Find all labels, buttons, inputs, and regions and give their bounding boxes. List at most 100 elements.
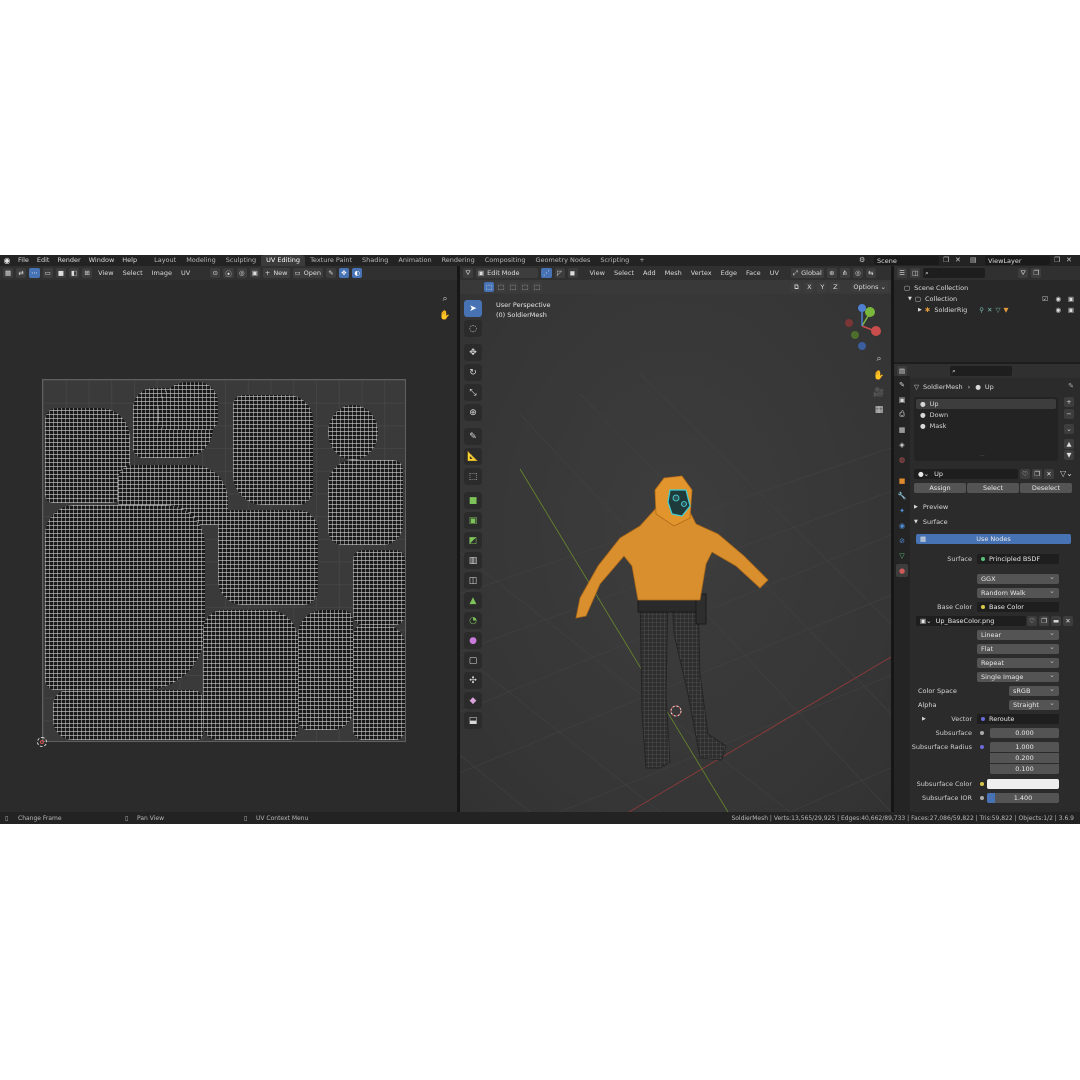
physics-tab-icon[interactable]: ◉ <box>896 519 908 532</box>
vertex-mode-icon[interactable]: ⋰ <box>541 268 552 278</box>
surface-panel-header[interactable]: ▼ Surface <box>914 517 948 527</box>
tab-texture-paint[interactable]: Texture Paint <box>305 255 357 266</box>
socket-icon[interactable] <box>980 796 984 800</box>
vp-menu-uv[interactable]: UV <box>767 269 782 277</box>
proportional-icon[interactable]: ◎ <box>852 268 863 278</box>
move-slot-up-button[interactable]: ▲ <box>1064 439 1074 449</box>
menu-help[interactable]: Help <box>118 255 141 266</box>
annotate-tool-icon[interactable]: ✎ <box>464 428 482 445</box>
tab-animation[interactable]: Animation <box>393 255 436 266</box>
exclude-checkbox-icon[interactable]: ☑ <box>1042 295 1048 303</box>
menu-edit[interactable]: Edit <box>33 255 54 266</box>
alpha-select[interactable]: Straight <box>1009 699 1059 710</box>
zoom-viewport-icon[interactable]: ⌕ <box>873 353 885 365</box>
mirror-z-toggle[interactable]: Z <box>830 282 841 292</box>
pin-icon[interactable]: ✎ <box>326 268 337 278</box>
outliner-row-collection[interactable]: ▼ ▢ Collection ☑ ◉ ▣ <box>894 293 1080 304</box>
tab-sculpting[interactable]: Sculpting <box>221 255 261 266</box>
link-filter-icon[interactable]: ▽⌄ <box>1060 469 1073 478</box>
tab-layout[interactable]: Layout <box>149 255 181 266</box>
subsurface-radius-z[interactable]: 0.100 <box>990 764 1059 774</box>
menu-render[interactable]: Render <box>53 255 84 266</box>
copy-scene-icon[interactable]: ❐ <box>943 255 949 266</box>
loop-cut-tool-icon[interactable]: ▥ <box>464 552 482 569</box>
select-box-icon[interactable]: ⬚ <box>484 282 495 292</box>
visibility-eye-icon[interactable]: ◉ <box>1055 306 1061 314</box>
tab-compositing[interactable]: Compositing <box>480 255 531 266</box>
render-tab-icon[interactable]: ▣ <box>896 393 908 406</box>
extension-select[interactable]: Repeat <box>977 657 1059 668</box>
uv-menu-uv[interactable]: UV <box>178 269 193 277</box>
smooth-tool-icon[interactable]: ● <box>464 632 482 649</box>
snap-toggle-icon[interactable]: ⋔ <box>839 268 850 278</box>
outliner-row-scene-collection[interactable]: ▢ Scene Collection <box>894 282 1080 293</box>
proportional-edit-icon[interactable]: ◎ <box>236 268 247 278</box>
pan-viewport-icon[interactable]: ✋ <box>873 370 885 382</box>
editor-type-icon[interactable]: ▦ <box>3 268 14 278</box>
output-tab-icon[interactable]: ⎙ <box>896 408 908 421</box>
vp-menu-select[interactable]: Select <box>611 269 637 277</box>
interpolation-select[interactable]: Linear <box>977 629 1059 640</box>
uv-menu-image[interactable]: Image <box>149 269 175 277</box>
preview-panel-header[interactable]: ▶ Preview <box>914 502 948 512</box>
socket-icon[interactable] <box>980 745 984 749</box>
scene-tab-icon[interactable]: ◈ <box>896 438 908 451</box>
inset-tool-icon[interactable]: ▣ <box>464 512 482 529</box>
slot-specials-button[interactable]: ⌄ <box>1064 424 1074 434</box>
scale-tool-icon[interactable]: ⤡ <box>464 384 482 401</box>
remove-view-layer-icon[interactable]: ✕ <box>1066 255 1072 266</box>
bevel-tool-icon[interactable]: ◩ <box>464 532 482 549</box>
overlay-toggle-icon[interactable]: ◐ <box>352 268 363 278</box>
menu-file[interactable]: File <box>14 255 33 266</box>
mirror-x-toggle[interactable]: X <box>804 282 815 292</box>
expand-arrow-icon[interactable]: ▶ <box>918 307 922 313</box>
socket-icon[interactable] <box>980 731 984 735</box>
new-image-button[interactable]: + New <box>262 268 290 278</box>
select-button[interactable]: Select <box>967 483 1019 493</box>
mirror-icon[interactable]: ⇆ <box>865 268 876 278</box>
camera-view-icon[interactable]: 🎥 <box>873 387 885 399</box>
source-select[interactable]: Single Image <box>977 671 1059 682</box>
fake-user-icon[interactable]: ♡ <box>1020 469 1030 479</box>
visibility-eye-icon[interactable]: ◉ <box>1055 295 1061 303</box>
character-mesh[interactable] <box>575 475 769 769</box>
tab-uv-editing[interactable]: UV Editing <box>261 255 306 266</box>
base-color-link-field[interactable]: Base Color <box>977 602 1059 612</box>
editor-type-3d-icon[interactable]: ⛛ <box>463 268 473 278</box>
tab-shading[interactable]: Shading <box>357 255 393 266</box>
properties-editor-type-icon[interactable]: ▤ <box>897 366 908 376</box>
shrink-fatten-tool-icon[interactable]: ✣ <box>464 672 482 689</box>
tab-geometry-nodes[interactable]: Geometry Nodes <box>531 255 596 266</box>
open-image-button[interactable]: ▭ Open <box>292 268 324 278</box>
sticky-select-icon[interactable]: ⊞ <box>82 268 93 278</box>
color-space-select[interactable]: sRGB <box>1009 685 1059 696</box>
duplicate-material-icon[interactable]: ❐ <box>1032 469 1042 479</box>
vertex-select-icon[interactable]: ⋯ <box>29 268 40 278</box>
distribution-select[interactable]: GGX <box>977 573 1059 584</box>
3d-cursor-icon[interactable] <box>670 705 682 717</box>
render-camera-icon[interactable]: ▣ <box>1068 306 1074 314</box>
image-unlink-icon[interactable]: ✕ <box>1063 616 1073 626</box>
transform-tool-icon[interactable]: ⊕ <box>464 404 482 421</box>
material-slot-mask[interactable]: ● Mask <box>916 421 1056 431</box>
vector-link-field[interactable]: Reroute <box>977 714 1059 724</box>
vp-menu-face[interactable]: Face <box>743 269 764 277</box>
select-subtract-icon[interactable]: ⬚ <box>508 282 519 292</box>
tab-scripting[interactable]: Scripting <box>595 255 634 266</box>
subsurface-radius-y[interactable]: 0.200 <box>990 753 1059 763</box>
move-tool-icon[interactable]: ✥ <box>464 344 482 361</box>
copy-view-layer-icon[interactable]: ❐ <box>1054 255 1060 266</box>
remove-slot-button[interactable]: − <box>1064 409 1074 419</box>
measure-tool-icon[interactable]: 📐 <box>464 448 482 465</box>
image-fake-user-icon[interactable]: ♡ <box>1027 616 1037 626</box>
zoom-icon[interactable]: ⌕ <box>439 293 451 305</box>
outliner-row-soldierrig[interactable]: ▶ ✱ SoldierRig ⚲ ✕ ▽ ▼ ◉ ▣ <box>894 304 1080 315</box>
tool-tab-icon[interactable]: ✎ <box>896 378 908 391</box>
select-invert-icon[interactable]: ⬚ <box>520 282 531 292</box>
cursor-tool-icon[interactable]: ◌ <box>464 320 482 337</box>
blender-logo-icon[interactable]: ◉ <box>0 255 14 266</box>
pin-icon[interactable]: ✎ <box>1068 382 1074 390</box>
shear-tool-icon[interactable]: ◆ <box>464 692 482 709</box>
socket-icon[interactable] <box>980 782 984 786</box>
edge-slide-tool-icon[interactable]: ▢ <box>464 652 482 669</box>
